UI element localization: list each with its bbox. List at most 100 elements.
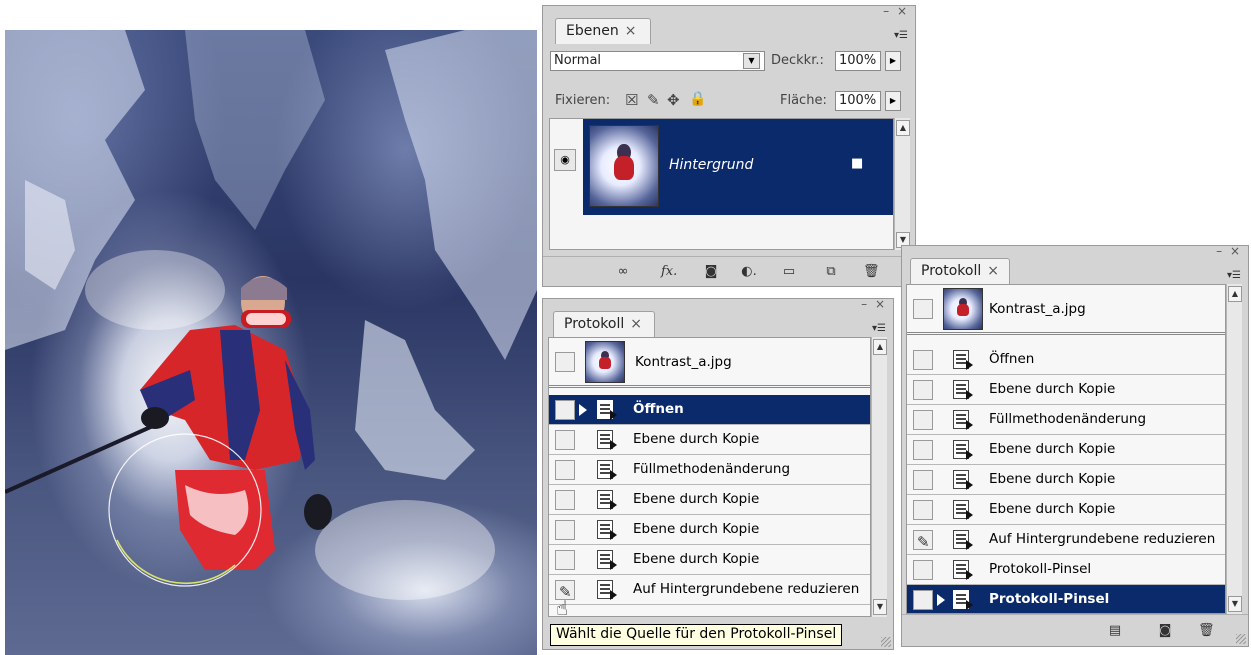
history-item[interactable]: Ebene durch Kopie	[549, 545, 870, 575]
resize-grip[interactable]	[1236, 634, 1246, 644]
snapshot-source-box[interactable]	[913, 299, 933, 319]
history-item[interactable]: ✎ Auf Hintergrundebene reduzieren	[907, 525, 1225, 555]
history-item[interactable]: Ebene durch Kopie	[549, 515, 870, 545]
history-item-label: Füllmethodenänderung	[633, 461, 791, 477]
history-item[interactable]: Ebene durch Kopie	[907, 465, 1225, 495]
fill-field[interactable]: 100%	[835, 91, 881, 111]
lock-all-icon[interactable]: 🔒	[689, 91, 706, 107]
history-step-icon	[597, 460, 617, 480]
history-brush-source-icon: ✎	[917, 533, 930, 551]
adjustment-icon[interactable]: ◐.	[741, 265, 757, 279]
history-item[interactable]: Ebene durch Kopie	[907, 435, 1225, 465]
fx-icon[interactable]: fx.	[661, 265, 677, 279]
history-step-icon	[953, 350, 973, 370]
trash-icon[interactable]: 🗑	[863, 265, 880, 279]
history-state-marker-icon[interactable]	[579, 404, 587, 416]
history-item-label: Ebene durch Kopie	[989, 381, 1116, 397]
history-item[interactable]: Füllmethodenänderung	[907, 405, 1225, 435]
folder-icon[interactable]: ▭	[781, 265, 797, 279]
history-item[interactable]: Füllmethodenänderung	[549, 455, 870, 485]
trash-icon[interactable]: 🗑	[1198, 624, 1215, 638]
history-toolbar: ▤ ◙ 🗑	[902, 614, 1248, 646]
history-source-box[interactable]	[555, 490, 575, 510]
snapshot-thumbnail	[943, 288, 983, 330]
history-item[interactable]: Ebene durch Kopie	[907, 375, 1225, 405]
scroll-up-icon[interactable]: ▲	[896, 120, 910, 136]
history-item[interactable]: Protokoll-Pinsel	[907, 585, 1225, 613]
history-source-box[interactable]	[913, 500, 933, 520]
window-controls[interactable]: – ×	[1216, 245, 1242, 257]
history-item-label: Füllmethodenänderung	[989, 411, 1147, 427]
camera-icon[interactable]: ◙	[1157, 624, 1173, 638]
snapshot-source-box[interactable]	[555, 352, 575, 372]
history-source-box[interactable]	[555, 400, 575, 420]
history-panel-right: – × Protokoll × ▾☰ Kontrast_a.jpg Öffnen E…	[901, 245, 1249, 647]
history-item[interactable]: Öffnen	[907, 345, 1225, 375]
chevron-down-icon[interactable]: ▼	[743, 53, 760, 69]
history-source-box[interactable]	[555, 550, 575, 570]
new-layer-icon[interactable]: ⧉	[823, 265, 839, 279]
snapshot-row[interactable]: Kontrast_a.jpg	[907, 285, 1225, 335]
history-source-box[interactable]	[913, 560, 933, 580]
history-source-box[interactable]	[913, 470, 933, 490]
history-item[interactable]: Ebene durch Kopie	[549, 485, 870, 515]
history-scrollbar[interactable]: ▲ ▼	[1226, 284, 1242, 614]
new-document-icon[interactable]: ▤	[1107, 624, 1123, 638]
visibility-eye-icon[interactable]: ◉	[554, 149, 576, 171]
history-step-icon	[597, 490, 617, 510]
history-source-box[interactable]	[913, 440, 933, 460]
history-item[interactable]: Ebene durch Kopie	[549, 425, 870, 455]
close-icon[interactable]: ×	[987, 263, 999, 279]
history-item[interactable]: ✎ Auf Hintergrundebene reduzieren	[549, 575, 870, 605]
window-controls[interactable]: – ×	[861, 298, 887, 310]
opacity-field[interactable]: 100%	[835, 51, 881, 71]
snapshot-label: Kontrast_a.jpg	[989, 301, 1086, 317]
history-item-label: Öffnen	[989, 351, 1035, 367]
panel-menu-icon[interactable]: ▾☰	[893, 30, 909, 42]
scroll-up-icon[interactable]: ▲	[873, 339, 887, 355]
history-source-box[interactable]	[555, 430, 575, 450]
history-step-icon	[597, 550, 617, 570]
close-icon[interactable]: ×	[625, 23, 637, 39]
history-source-box[interactable]	[555, 520, 575, 540]
history-item[interactable]: Protokoll-Pinsel	[907, 555, 1225, 585]
lock-transparency-icon[interactable]: ☒	[625, 91, 638, 109]
history-source-box[interactable]: ✎	[913, 530, 933, 551]
history-source-box[interactable]	[913, 410, 933, 430]
history-source-box[interactable]	[555, 460, 575, 480]
resize-grip[interactable]	[881, 637, 891, 647]
history-step-icon	[953, 470, 973, 490]
tab-protokoll[interactable]: Protokoll ×	[910, 258, 1010, 284]
link-icon[interactable]: ∞	[615, 265, 631, 279]
lock-brush-icon[interactable]: ✎	[647, 91, 660, 109]
history-source-box[interactable]	[913, 350, 933, 370]
scroll-up-icon[interactable]: ▲	[1228, 286, 1242, 302]
panel-menu-icon[interactable]: ▾☰	[1226, 270, 1242, 282]
history-scrollbar[interactable]: ▲ ▼	[871, 337, 887, 617]
scroll-down-icon[interactable]: ▼	[1228, 596, 1242, 612]
history-source-box[interactable]	[913, 590, 933, 610]
window-controls[interactable]: – ×	[883, 5, 909, 17]
history-step-icon	[597, 580, 617, 600]
history-step-icon	[953, 560, 973, 580]
fill-arrow-icon[interactable]: ▶	[885, 91, 901, 111]
lock-move-icon[interactable]: ✥	[667, 91, 680, 109]
blend-mode-select[interactable]: Normal	[550, 51, 765, 71]
mask-icon[interactable]: ◙	[703, 265, 719, 279]
tab-ebenen[interactable]: Ebenen ×	[555, 18, 651, 44]
history-source-box[interactable]	[913, 380, 933, 400]
snapshot-thumbnail	[585, 341, 625, 383]
tab-protokoll[interactable]: Protokoll ×	[553, 311, 655, 337]
scroll-down-icon[interactable]: ▼	[873, 599, 887, 615]
history-step-icon	[597, 430, 617, 450]
opacity-arrow-icon[interactable]: ▶	[885, 51, 901, 71]
layers-scrollbar[interactable]: ▲ ▼	[894, 118, 910, 250]
close-icon[interactable]: ×	[630, 316, 642, 332]
history-list: Kontrast_a.jpg Öffnen Ebene durch Kopie Fü…	[906, 284, 1226, 614]
history-item[interactable]: Öffnen	[549, 395, 870, 425]
snapshot-row[interactable]: Kontrast_a.jpg	[549, 338, 870, 388]
history-item[interactable]: Ebene durch Kopie	[907, 495, 1225, 525]
layer-row-hintergrund[interactable]: Hintergrund ■	[583, 119, 893, 215]
history-state-marker-icon[interactable]	[937, 594, 945, 606]
panel-menu-icon[interactable]: ▾☰	[871, 323, 887, 335]
